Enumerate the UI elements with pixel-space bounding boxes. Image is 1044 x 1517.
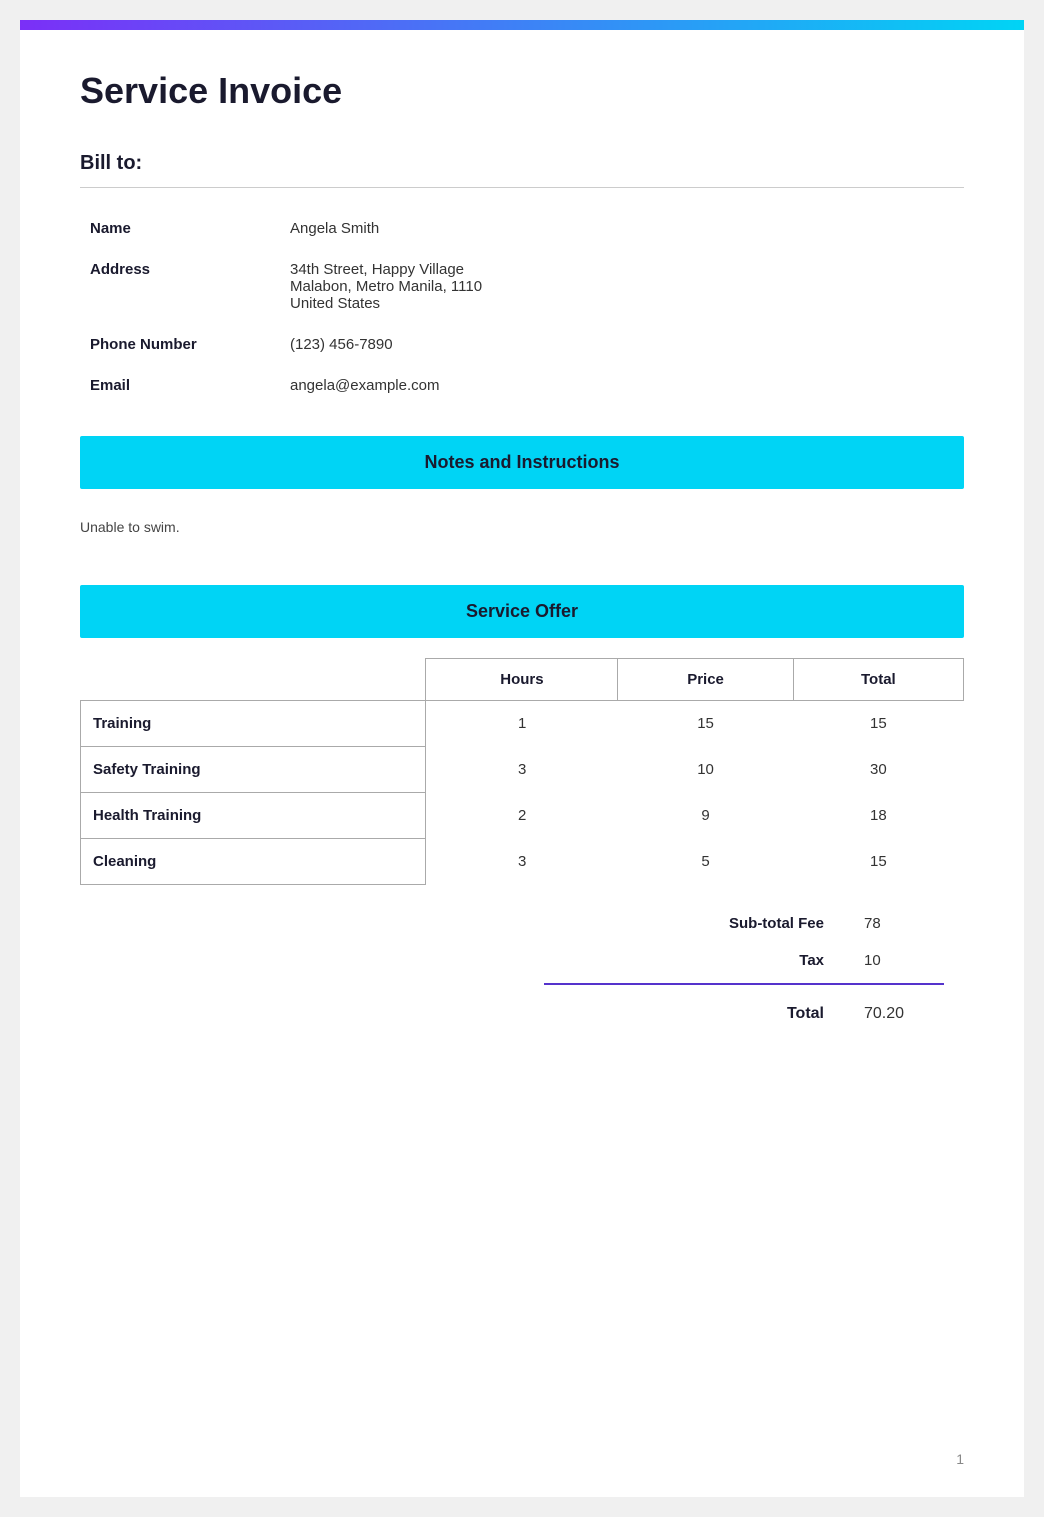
table-row: Phone Number (123) 456-7890 — [80, 324, 964, 365]
total-value: 70.20 — [864, 1005, 944, 1023]
service-name: Training — [81, 701, 426, 747]
col-header-price: Price — [618, 659, 793, 701]
table-row: Address 34th Street, Happy VillageMalabo… — [80, 249, 964, 324]
field-value: Angela Smith — [280, 208, 964, 249]
field-label: Address — [80, 249, 280, 324]
service-hours: 3 — [426, 747, 618, 793]
service-name: Health Training — [81, 793, 426, 839]
table-row: Safety Training 3 10 30 — [81, 747, 964, 793]
bill-to-heading: Bill to: — [80, 152, 964, 175]
bill-info-table: Name Angela Smith Address 34th Street, H… — [80, 208, 964, 406]
table-row: Email angela@example.com — [80, 365, 964, 406]
table-row: Name Angela Smith — [80, 208, 964, 249]
notes-heading: Notes and Instructions — [424, 452, 619, 472]
field-label: Phone Number — [80, 324, 280, 365]
service-name: Cleaning — [81, 839, 426, 885]
service-name: Safety Training — [81, 747, 426, 793]
col-header-service — [81, 659, 426, 701]
field-value: (123) 456-7890 — [280, 324, 964, 365]
service-offer-heading: Service Offer — [466, 601, 578, 621]
service-table-wrapper: Hours Price Total Training 1 15 15 — [80, 658, 964, 885]
totals-divider — [544, 983, 944, 985]
total-label: Total — [544, 1005, 864, 1023]
page-number: 1 — [956, 1451, 964, 1467]
totals-section: Sub-total Fee 78 Tax 10 Total 70.20 — [80, 905, 964, 1039]
page-title: Service Invoice — [80, 70, 964, 112]
service-table: Hours Price Total Training 1 15 15 — [80, 658, 964, 885]
subtotal-label: Sub-total Fee — [544, 915, 864, 932]
notes-section: Notes and Instructions Unable to swim. — [80, 436, 964, 545]
table-row: Cleaning 3 5 15 — [81, 839, 964, 885]
invoice-page: Service Invoice Bill to: Name Angela Smi… — [20, 20, 1024, 1497]
col-header-total: Total — [793, 659, 963, 701]
service-price: 15 — [618, 701, 793, 747]
service-price: 9 — [618, 793, 793, 839]
service-hours: 1 — [426, 701, 618, 747]
table-header-row: Hours Price Total — [81, 659, 964, 701]
table-row: Training 1 15 15 — [81, 701, 964, 747]
field-value: angela@example.com — [280, 365, 964, 406]
service-price: 10 — [618, 747, 793, 793]
tax-value: 10 — [864, 952, 944, 969]
col-header-hours: Hours — [426, 659, 618, 701]
field-value: 34th Street, Happy VillageMalabon, Metro… — [280, 249, 964, 324]
field-label: Email — [80, 365, 280, 406]
service-offer-section: Service Offer Hours Price Total T — [80, 585, 964, 1039]
service-price: 5 — [618, 839, 793, 885]
tax-row: Tax 10 — [544, 942, 944, 979]
service-total: 15 — [793, 839, 963, 885]
subtotal-value: 78 — [864, 915, 944, 932]
service-hours: 3 — [426, 839, 618, 885]
bill-to-section: Bill to: Name Angela Smith Address 34th … — [80, 152, 964, 406]
subtotal-row: Sub-total Fee 78 — [544, 905, 944, 942]
total-final-row: Total 70.20 — [544, 989, 944, 1039]
service-total: 30 — [793, 747, 963, 793]
table-row: Health Training 2 9 18 — [81, 793, 964, 839]
service-offer-header: Service Offer — [80, 585, 964, 638]
service-total: 15 — [793, 701, 963, 747]
notes-header: Notes and Instructions — [80, 436, 964, 489]
tax-label: Tax — [544, 952, 864, 969]
notes-content: Unable to swim. — [80, 509, 964, 545]
service-total: 18 — [793, 793, 963, 839]
field-label: Name — [80, 208, 280, 249]
bill-to-divider — [80, 187, 964, 188]
top-bar-decoration — [20, 20, 1024, 30]
service-hours: 2 — [426, 793, 618, 839]
